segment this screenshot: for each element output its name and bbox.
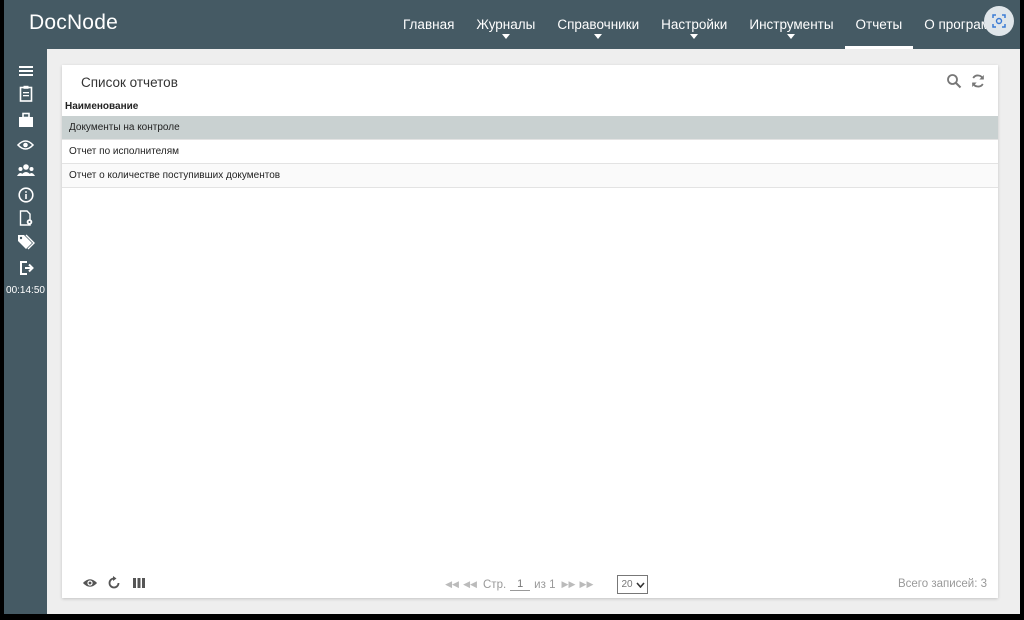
nav-item-directories[interactable]: Справочники — [546, 0, 650, 49]
prev-page-icon[interactable]: ◀◀ — [463, 578, 477, 592]
chevron-down-icon — [635, 581, 645, 588]
caret-down-icon — [594, 34, 603, 39]
total-records: Всего записей: 3 — [897, 578, 987, 590]
info-icon[interactable] — [16, 185, 35, 204]
nav-item-settings[interactable]: Настройки — [650, 0, 738, 49]
nav-item-tools[interactable]: Инструменты — [738, 0, 844, 49]
table-cell: Документы на контроле — [69, 122, 180, 133]
table-cell: Отчет по исполнителям — [69, 146, 180, 157]
logout-icon[interactable] — [16, 258, 35, 277]
caret-down-icon — [501, 34, 510, 39]
table-row[interactable]: Отчет по исполнителям — [62, 140, 998, 164]
caret-down-icon — [690, 34, 699, 39]
sidebar: 00:14:50 — [4, 49, 47, 614]
page-label: Стр. — [483, 578, 507, 591]
page-number-input[interactable] — [510, 578, 531, 591]
panel-title: Список отчетов — [81, 75, 178, 90]
top-bar: DocNode Главная Журналы Справочники Наст… — [4, 0, 1020, 49]
nav-item-label: Главная — [403, 17, 455, 32]
nav-item-label: Отчеты — [855, 17, 903, 32]
nav-item-reports[interactable]: Отчеты — [844, 0, 914, 49]
document-settings-icon[interactable] — [16, 208, 35, 227]
reports-table: Документы на контроле Отчет по исполните… — [62, 116, 998, 188]
session-timer: 00:14:50 — [6, 285, 45, 296]
nav-item-home[interactable]: Главная — [392, 0, 465, 49]
users-icon[interactable] — [16, 160, 35, 179]
refresh-icon[interactable] — [970, 73, 986, 89]
clipboard-icon[interactable] — [16, 84, 35, 103]
pagination: ◀◀ ◀◀ Стр. из 1 ▶▶ ▶▶ 20 — [445, 575, 648, 594]
last-page-icon[interactable]: ▶▶ — [579, 578, 594, 592]
reload-icon[interactable] — [106, 575, 122, 591]
eye-icon[interactable] — [16, 135, 35, 154]
column-header-name[interactable]: Наименование — [65, 101, 138, 112]
caret-down-icon — [787, 34, 796, 39]
table-row[interactable]: Документы на контроле — [62, 116, 998, 140]
reports-panel: Список отчетов Наименование Документы на… — [62, 65, 998, 598]
table-cell: Отчет о количестве поступивших документо… — [69, 170, 281, 181]
page-total-label: из 1 — [534, 578, 556, 591]
columns-icon[interactable] — [131, 575, 147, 591]
first-page-icon[interactable]: ◀◀ — [445, 578, 459, 592]
app-logo[interactable]: DocNode — [29, 11, 118, 35]
view-eye-icon[interactable] — [82, 575, 98, 591]
main-nav: Главная Журналы Справочники Настройки Ин… — [392, 0, 1010, 49]
nav-item-label: Справочники — [557, 17, 640, 32]
next-page-icon[interactable]: ▶▶ — [561, 578, 576, 592]
page-size-select[interactable]: 20 — [617, 575, 648, 594]
nav-item-journals[interactable]: Журналы — [465, 0, 546, 49]
briefcase-icon[interactable] — [16, 110, 35, 129]
table-footer: ◀◀ ◀◀ Стр. из 1 ▶▶ ▶▶ 20 Всего записей: … — [62, 568, 998, 598]
page-size-value: 20 — [621, 579, 633, 590]
tags-icon[interactable] — [16, 232, 35, 251]
table-row[interactable]: Отчет о количестве поступивших документо… — [62, 164, 998, 188]
app-window: DocNode Главная Журналы Справочники Наст… — [4, 0, 1020, 614]
nav-item-label: Инструменты — [749, 17, 834, 32]
nav-item-label: Настройки — [661, 17, 728, 32]
menu-icon[interactable] — [16, 61, 35, 80]
nav-item-label: Журналы — [476, 17, 536, 32]
search-icon[interactable] — [946, 73, 962, 89]
lens-search-icon[interactable] — [984, 6, 1014, 36]
